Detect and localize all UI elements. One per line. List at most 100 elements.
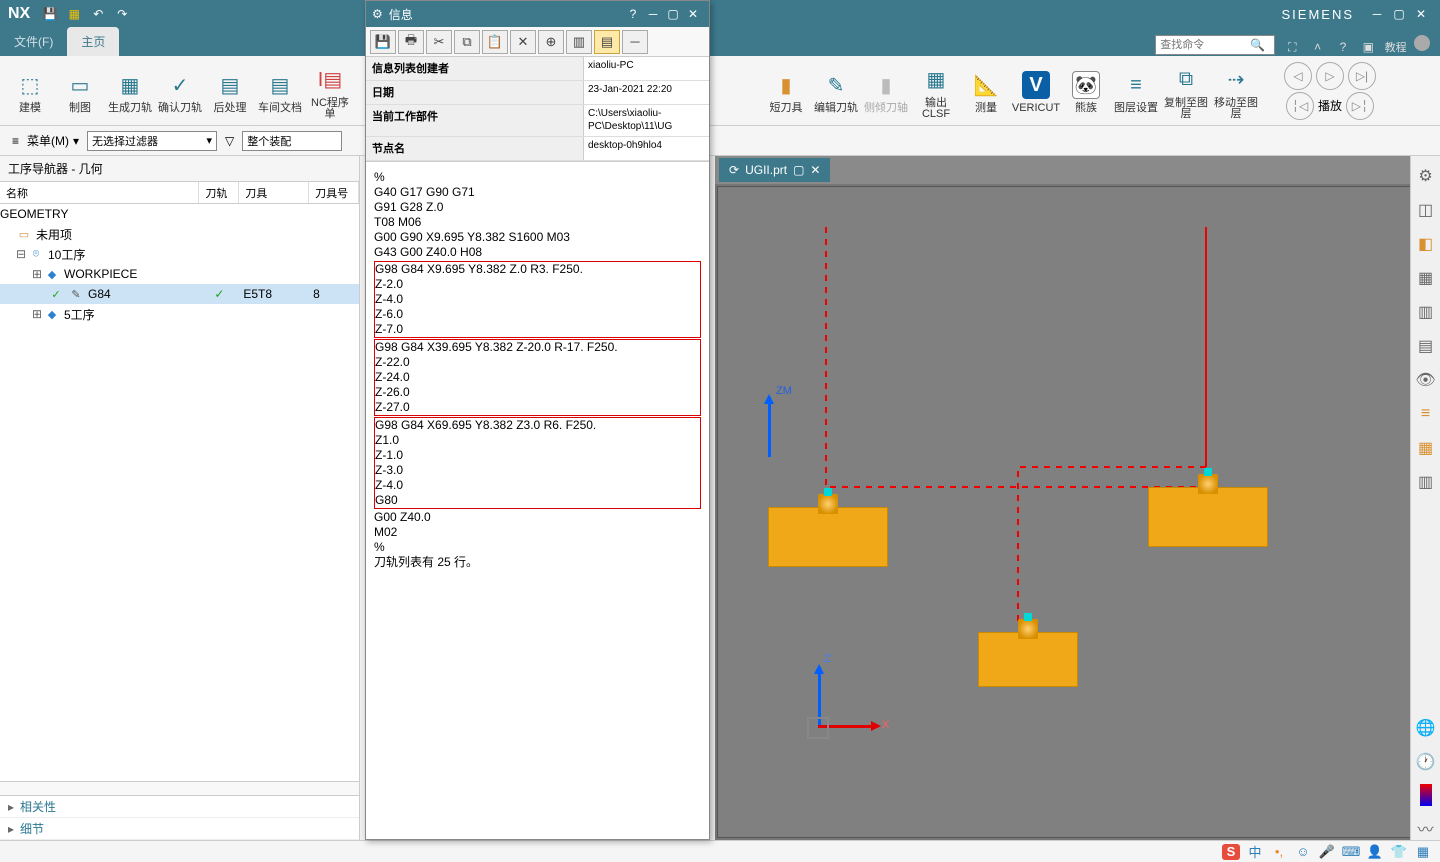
tab-file[interactable]: 文件(F) — [0, 27, 67, 56]
tool-draft[interactable]: ▭制图 — [58, 67, 102, 114]
command-search[interactable]: 🔍 — [1155, 35, 1275, 55]
ime-keyboard-icon[interactable]: ⌨ — [1342, 844, 1360, 860]
tool-vericut[interactable]: VVERICUT — [1014, 67, 1058, 114]
info-close-button[interactable]: ✕ — [683, 5, 703, 23]
tool-movelayer[interactable]: ⇢移动至图层 — [1214, 62, 1258, 120]
filter-icon[interactable]: ▽ — [225, 134, 234, 148]
filter-combo[interactable]: 无选择过滤器▾ — [87, 131, 217, 151]
cube-icon[interactable]: ◫ — [1414, 198, 1438, 222]
tool-ncprog[interactable]: I▤NC程序单 — [308, 62, 352, 120]
tree-row-op10[interactable]: ⊟⌾10工序 — [0, 244, 359, 264]
col-toolnum[interactable]: 刀具号 — [309, 182, 359, 203]
tool-model[interactable]: ⬚建模 — [8, 67, 52, 114]
col-tool[interactable]: 刀具 — [239, 182, 309, 203]
ime-lang-icon[interactable]: 中 — [1246, 844, 1264, 860]
ime-punct-icon[interactable]: •, — [1270, 844, 1288, 860]
redo-icon[interactable]: ↷ — [112, 4, 132, 24]
section-detail[interactable]: ▸细节 — [0, 818, 359, 840]
tool-confirm[interactable]: ✓确认刀轨 — [158, 67, 202, 114]
menu-button[interactable]: 菜单(M) ▾ — [27, 132, 79, 149]
tool-post[interactable]: ▤后处理 — [208, 67, 252, 114]
tree-row-op5[interactable]: ⊞◆5工序 — [0, 304, 359, 324]
workpiece-block-1[interactable] — [768, 507, 888, 567]
tool-shorttool[interactable]: ▮短刀具 — [764, 67, 808, 114]
tool-panda[interactable]: 🐼熊族 — [1064, 67, 1108, 114]
info-content[interactable]: % G40 G17 G90 G71 G91 G28 Z.0 T08 M06 G0… — [366, 162, 709, 839]
help-icon[interactable]: ? — [1334, 38, 1352, 56]
info-target-button[interactable]: ⊕ — [538, 30, 564, 54]
close-button[interactable]: ✕ — [1410, 3, 1432, 25]
ime-tool-icon[interactable]: 👕 — [1390, 844, 1408, 860]
layer-icon[interactable]: ≡ — [1414, 402, 1438, 426]
info-delete-button[interactable]: ✕ — [510, 30, 536, 54]
feature-icon[interactable]: ▥ — [1414, 300, 1438, 324]
video-icon[interactable]: ▣ — [1359, 38, 1377, 56]
tab-restore-icon[interactable]: ▢ — [793, 163, 804, 177]
wave-icon[interactable]: 〰 — [1414, 816, 1438, 840]
ime-smile-icon[interactable]: ☺ — [1294, 844, 1312, 860]
info-help-button[interactable]: ? — [623, 5, 643, 23]
tool-clsf[interactable]: ▦输出 CLSF — [914, 62, 958, 120]
expand-icon[interactable]: ⊞ — [32, 267, 44, 281]
tree-row-unused[interactable]: ▭未用项 — [0, 224, 359, 244]
col-name[interactable]: 名称 — [0, 182, 199, 203]
tree-row-workpiece[interactable]: ⊞◆WORKPIECE — [0, 264, 359, 284]
next-button[interactable]: ▷| — [1348, 62, 1376, 90]
sheet-icon[interactable]: ▤ — [1414, 334, 1438, 358]
clock-icon[interactable]: 🕐 — [1414, 750, 1438, 774]
tool-edittool[interactable]: ✎编辑刀轨 — [814, 67, 858, 114]
gear-icon[interactable]: ⚙ — [1414, 164, 1438, 188]
tree-row-g84[interactable]: ✓✎G84 ✓ E5T8 8 — [0, 284, 359, 304]
workpiece-block-3[interactable] — [978, 632, 1078, 687]
tutorial-label[interactable]: 教程 — [1385, 38, 1407, 56]
fullscreen-icon[interactable]: ⛶ — [1283, 38, 1301, 56]
info-print-button[interactable]: 🖶 — [398, 30, 424, 54]
info-collapse-button[interactable]: ─ — [622, 30, 648, 54]
section-related[interactable]: ▸相关性 — [0, 796, 359, 818]
browser-icon[interactable]: ▥ — [1414, 470, 1438, 494]
step-fwd-button[interactable]: ▷╎ — [1346, 92, 1374, 120]
info-list-button[interactable]: ▥ — [566, 30, 592, 54]
info-titlebar[interactable]: ⚙信息 ? ─ ▢ ✕ — [366, 1, 709, 27]
tab-close-icon[interactable]: ✕ — [810, 163, 820, 177]
restore-button[interactable]: ▢ — [1388, 3, 1410, 25]
tab-home[interactable]: 主页 — [67, 27, 119, 56]
sogou-ime-icon[interactable]: S — [1222, 844, 1240, 860]
user-icon[interactable] — [1414, 35, 1430, 51]
viewport-3d[interactable]: ZM Z X — [717, 186, 1438, 838]
tree-body[interactable]: GEOMETRY ▭未用项 ⊟⌾10工序 ⊞◆WORKPIECE ✓✎G84 ✓… — [0, 204, 359, 781]
info-cut-button[interactable]: ✂ — [426, 30, 452, 54]
stack-icon[interactable]: ▦ — [1414, 436, 1438, 460]
info-wrap-button[interactable]: ▤ — [594, 30, 620, 54]
info-minimize-button[interactable]: ─ — [643, 5, 663, 23]
info-copy-button[interactable]: ⧉ — [454, 30, 480, 54]
part-icon[interactable]: ▦ — [1414, 266, 1438, 290]
search-icon[interactable]: 🔍 — [1250, 38, 1264, 52]
info-maximize-button[interactable]: ▢ — [663, 5, 683, 23]
calc-icon[interactable]: ▦ — [64, 4, 84, 24]
ime-mic-icon[interactable]: 🎤 — [1318, 844, 1336, 860]
tree-row-geometry[interactable]: GEOMETRY — [0, 204, 359, 224]
hamburger-icon[interactable]: ≡ — [12, 134, 19, 148]
info-save-button[interactable]: 💾 — [370, 30, 396, 54]
save-icon[interactable]: 💾 — [40, 4, 60, 24]
web-icon[interactable]: 🌐 — [1414, 716, 1438, 740]
play-button[interactable]: ▷ — [1316, 62, 1344, 90]
step-back-button[interactable]: ╎◁ — [1286, 92, 1314, 120]
tool-gentool[interactable]: ▦生成刀轨 — [108, 67, 152, 114]
assembly-icon[interactable]: ◧ — [1414, 232, 1438, 256]
info-paste-button[interactable]: 📋 — [482, 30, 508, 54]
viewport-tab[interactable]: ⟳ UGII.prt ▢ ✕ — [719, 158, 830, 182]
workpiece-block-2[interactable] — [1148, 487, 1268, 547]
gradient-icon[interactable] — [1420, 784, 1432, 806]
expand-icon[interactable]: ⊞ — [32, 307, 44, 321]
collapse-icon[interactable]: ⊟ — [16, 247, 28, 261]
tool-layerset[interactable]: ≡图层设置 — [1114, 67, 1158, 114]
col-track[interactable]: 刀轨 — [199, 182, 239, 203]
minimize-button[interactable]: ─ — [1366, 3, 1388, 25]
view-cube[interactable] — [807, 717, 829, 739]
undo-icon[interactable]: ↶ — [88, 4, 108, 24]
prev-button[interactable]: ◁ — [1284, 62, 1312, 90]
collapse-icon[interactable]: ˄ — [1309, 38, 1327, 56]
tool-copylayer[interactable]: ⧉复制至图层 — [1164, 62, 1208, 120]
